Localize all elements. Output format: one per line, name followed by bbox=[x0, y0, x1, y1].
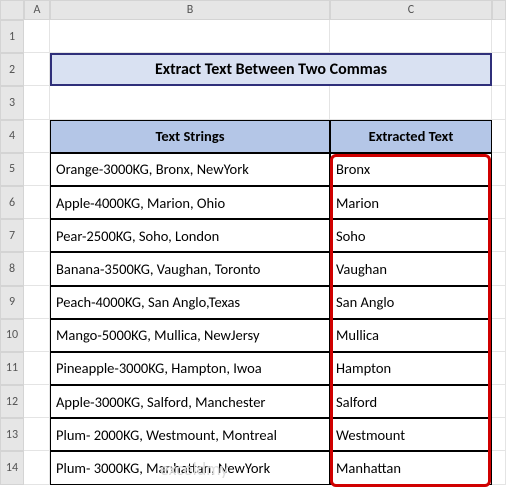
row-head[interactable]: 1 bbox=[0, 20, 24, 53]
cell-d[interactable] bbox=[492, 120, 506, 153]
cell-extracted[interactable]: Soho bbox=[330, 219, 492, 252]
cell-a[interactable] bbox=[24, 451, 50, 484]
row-head[interactable]: 7 bbox=[0, 219, 24, 252]
cell-a[interactable] bbox=[24, 319, 50, 352]
cell-text-string[interactable]: Pineapple-3000KG, Hampton, Iwoa bbox=[50, 352, 330, 385]
cell-extracted[interactable]: San Anglo bbox=[330, 286, 492, 319]
cell-text-string[interactable]: Banana-3500KG, Vaughan, Toronto bbox=[50, 252, 330, 285]
row-head[interactable]: 8 bbox=[0, 252, 24, 285]
row-head[interactable]: 11 bbox=[0, 352, 24, 385]
cell-a[interactable] bbox=[24, 219, 50, 252]
row-head[interactable]: 13 bbox=[0, 418, 24, 451]
row-head[interactable]: 6 bbox=[0, 186, 24, 219]
cell[interactable] bbox=[330, 86, 492, 119]
cell[interactable] bbox=[50, 86, 330, 119]
cell-extracted[interactable]: Bronx bbox=[330, 153, 492, 186]
cell-d[interactable] bbox=[492, 219, 506, 252]
col-head-a[interactable]: A bbox=[24, 0, 50, 20]
row-head[interactable]: 10 bbox=[0, 319, 24, 352]
cell-a[interactable] bbox=[24, 352, 50, 385]
cell-a[interactable] bbox=[24, 286, 50, 319]
cell-a[interactable] bbox=[24, 252, 50, 285]
cell-d[interactable] bbox=[492, 20, 506, 53]
row-head[interactable]: 3 bbox=[0, 86, 24, 119]
cell-a[interactable] bbox=[24, 53, 50, 86]
cell-d[interactable] bbox=[492, 352, 506, 385]
cell-extracted[interactable]: Vaughan bbox=[330, 252, 492, 285]
cell-d[interactable] bbox=[492, 153, 506, 186]
row-head[interactable]: 14 bbox=[0, 451, 24, 484]
cell-d[interactable] bbox=[492, 86, 506, 119]
cell-text-string[interactable]: Apple-4000KG, Marion, Ohio bbox=[50, 186, 330, 219]
row-head[interactable]: 12 bbox=[0, 385, 24, 418]
cell-text-string[interactable]: Mango-5000KG, Mullica, NewJersy bbox=[50, 319, 330, 352]
cell-text-string[interactable]: Plum- 3000KG, Manhattan, NewYork bbox=[50, 451, 330, 484]
col-head-c[interactable]: C bbox=[330, 0, 492, 20]
cell-d[interactable] bbox=[492, 451, 506, 484]
cell-extracted[interactable]: Salford bbox=[330, 385, 492, 418]
cell-extracted[interactable]: Manhattan bbox=[330, 451, 492, 484]
page-title[interactable]: Extract Text Between Two Commas bbox=[50, 53, 492, 86]
table-header-extracted-text[interactable]: Extracted Text bbox=[330, 120, 492, 153]
cell-text-string[interactable]: Pear-2500KG, Soho, London bbox=[50, 219, 330, 252]
row-head[interactable]: 5 bbox=[0, 153, 24, 186]
cell[interactable] bbox=[50, 20, 330, 53]
cell-d[interactable] bbox=[492, 286, 506, 319]
cell-a[interactable] bbox=[24, 153, 50, 186]
cell-text-string[interactable]: Apple-3000KG, Salford, Manchester bbox=[50, 385, 330, 418]
cell-extracted[interactable]: Marion bbox=[330, 186, 492, 219]
row-head[interactable]: 4 bbox=[0, 120, 24, 153]
cell-extracted[interactable]: Westmount bbox=[330, 418, 492, 451]
row-head[interactable]: 9 bbox=[0, 286, 24, 319]
cell-extracted[interactable]: Hampton bbox=[330, 352, 492, 385]
cell-text-string[interactable]: Plum- 2000KG, Westmount, Montreal bbox=[50, 418, 330, 451]
cell-a[interactable] bbox=[24, 186, 50, 219]
cell-d[interactable] bbox=[492, 252, 506, 285]
cell[interactable] bbox=[330, 20, 492, 53]
cell-d[interactable] bbox=[492, 319, 506, 352]
select-all-corner[interactable] bbox=[0, 0, 24, 20]
spreadsheet-grid: A B C 1 2 3 4 5 6 7 8 9 10 11 12 13 14 E… bbox=[0, 0, 506, 485]
cell-extracted[interactable]: Mullica bbox=[330, 319, 492, 352]
cell-a[interactable] bbox=[24, 20, 50, 53]
cell-a[interactable] bbox=[24, 385, 50, 418]
cell-d[interactable] bbox=[492, 418, 506, 451]
cell-d[interactable] bbox=[492, 385, 506, 418]
cell-a[interactable] bbox=[24, 418, 50, 451]
cell-text-string[interactable]: Peach-4000KG, San Anglo,Texas bbox=[50, 286, 330, 319]
cell-text-string[interactable]: Orange-3000KG, Bronx, NewYork bbox=[50, 153, 330, 186]
row-head[interactable]: 2 bbox=[0, 53, 24, 86]
cell-d[interactable] bbox=[492, 186, 506, 219]
col-head-d[interactable] bbox=[492, 0, 506, 20]
cell-a[interactable] bbox=[24, 120, 50, 153]
cell-d[interactable] bbox=[492, 53, 506, 86]
cell-a[interactable] bbox=[24, 86, 50, 119]
col-head-b[interactable]: B bbox=[50, 0, 330, 20]
table-header-text-strings[interactable]: Text Strings bbox=[50, 120, 330, 153]
